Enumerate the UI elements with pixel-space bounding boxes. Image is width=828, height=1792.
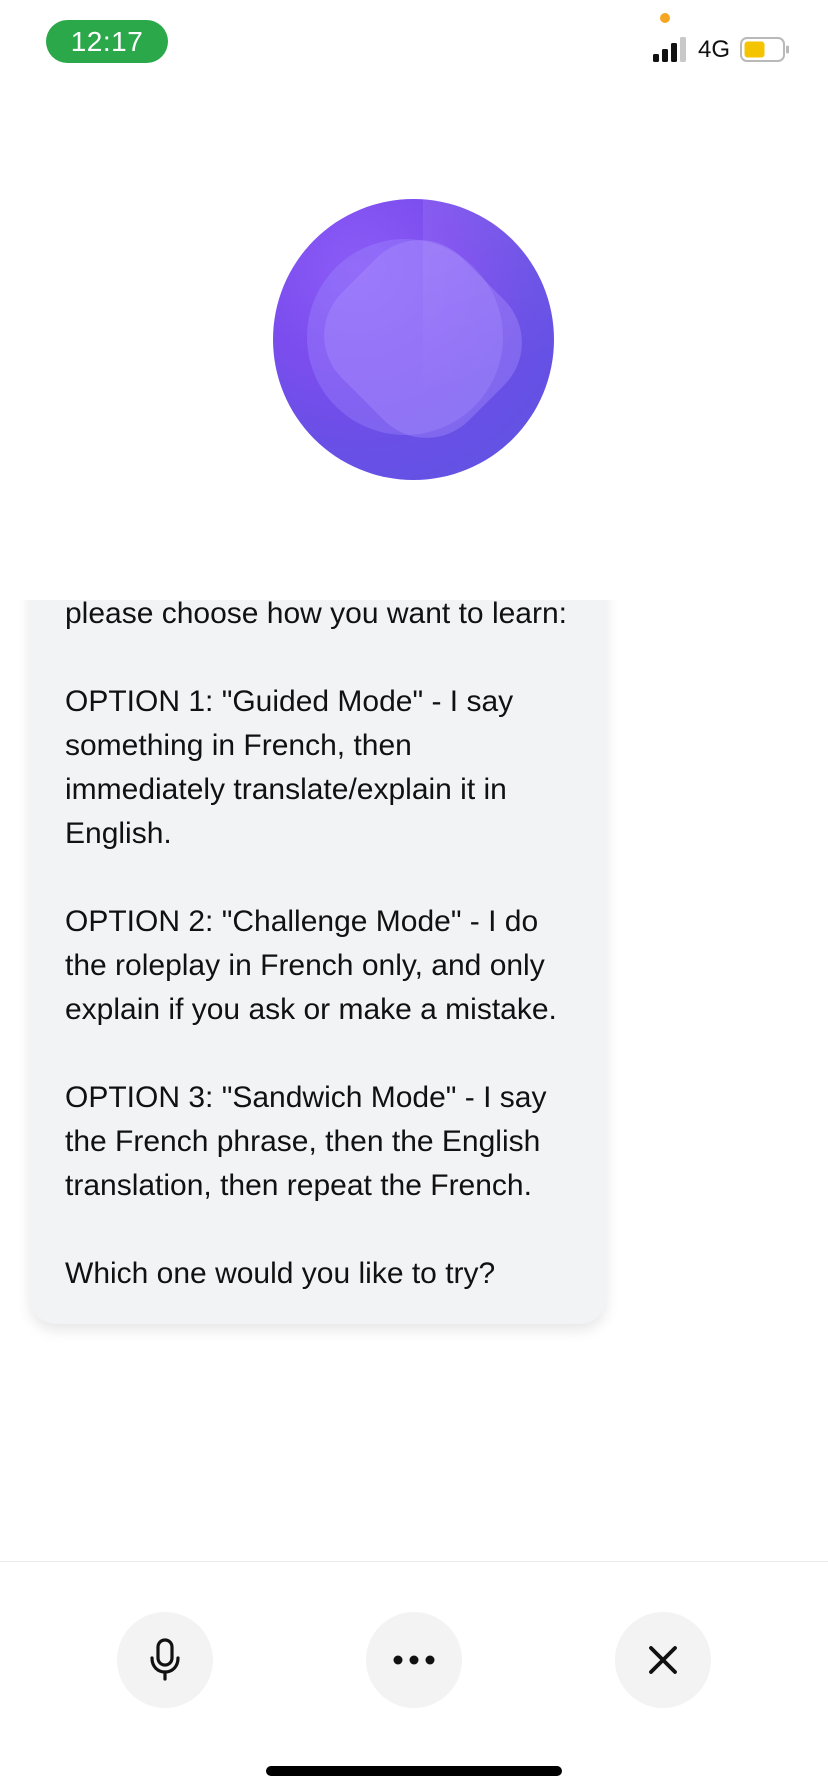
- orb-shine: [423, 199, 554, 479]
- controls-divider: [0, 1561, 828, 1562]
- more-horizontal-icon: [393, 1655, 435, 1665]
- network-type: 4G: [698, 36, 731, 63]
- conversation-area[interactable]: please choose how you want to learn: OPT…: [0, 600, 828, 1500]
- assistant-message-bubble: please choose how you want to learn: OPT…: [30, 600, 606, 1324]
- status-time: 12:17: [46, 20, 168, 63]
- message-paragraph: OPTION 2: "Challenge Mode" - I do the ro…: [65, 905, 557, 1026]
- microphone-icon: [150, 1638, 180, 1681]
- end-conversation-button[interactable]: [615, 1612, 711, 1708]
- battery-icon: [740, 37, 789, 62]
- close-icon: [649, 1646, 677, 1674]
- privacy-indicator-dot: [660, 13, 670, 23]
- message-paragraph: Which one would you like to try?: [65, 1257, 496, 1290]
- message-paragraph: please choose how you want to learn:: [65, 600, 567, 630]
- voice-orb-icon: [273, 199, 554, 480]
- status-bar: 12:17 4G: [0, 0, 828, 90]
- assistant-message-text: please choose how you want to learn: OPT…: [65, 600, 570, 1296]
- home-indicator[interactable]: [266, 1766, 562, 1776]
- more-options-button[interactable]: [366, 1612, 462, 1708]
- cellular-signal-icon: [653, 37, 686, 62]
- message-paragraph: OPTION 1: "Guided Mode" - I say somethin…: [65, 685, 514, 850]
- microphone-button[interactable]: [117, 1612, 213, 1708]
- message-paragraph: OPTION 3: "Sandwich Mode" - I say the Fr…: [65, 1081, 547, 1202]
